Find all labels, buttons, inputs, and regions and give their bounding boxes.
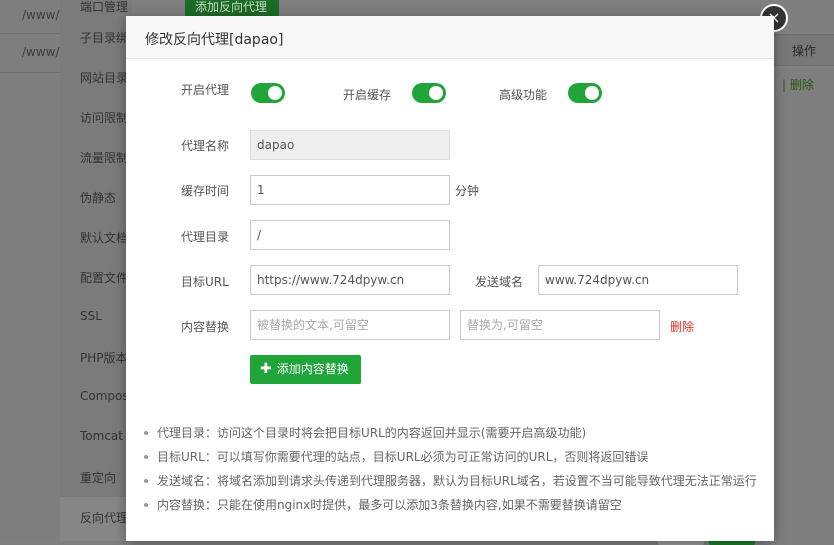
send-domain-field[interactable]	[538, 265, 738, 295]
list-item: 目标URL：可以填写你需要代理的站点，目标URL必须为可正常访问的URL，否则将…	[144, 445, 764, 469]
proxy-dir-field[interactable]	[250, 220, 450, 250]
list-item: 代理目录：访问这个目录时将会把目标URL的内容返回并显示(需要开启高级功能)	[144, 421, 764, 445]
advanced-toggle[interactable]	[568, 83, 602, 103]
bullet-icon	[144, 503, 148, 507]
cache-time-label: 缓存时间	[181, 184, 230, 198]
note-text: 内容替换：只能在使用nginx时提供，最多可以添加3条替换内容,如果不需要替换请…	[157, 498, 622, 512]
menu-item[interactable]: 默认文档	[80, 229, 128, 246]
menu-item-reverse-proxy[interactable]: 反向代理	[80, 509, 128, 526]
target-url-field[interactable]	[250, 265, 450, 295]
menu-item[interactable]: 重定向	[80, 469, 116, 486]
menu-item[interactable]: PHP版本	[80, 349, 128, 366]
content-replace-label: 内容替换	[181, 320, 230, 334]
enable-cache-label: 开启缓存	[343, 88, 392, 102]
help-notes: 代理目录：访问这个目录时将会把目标URL的内容返回并显示(需要开启高级功能) 目…	[144, 421, 764, 517]
menu-item[interactable]: SSL	[80, 309, 102, 323]
proxy-dir-label: 代理目录	[181, 230, 230, 244]
enable-cache-toggle[interactable]	[412, 83, 446, 103]
list-item: 内容替换：只能在使用nginx时提供，最多可以添加3条替换内容,如果不需要替换请…	[144, 493, 764, 517]
dialog-header: 修改反向代理[dapao]	[126, 16, 774, 59]
toggle-knob	[268, 86, 282, 100]
menu-item[interactable]: 网站目录	[80, 69, 128, 86]
cache-time-unit: 分钟	[455, 184, 480, 198]
menu-item[interactable]: 配置文件	[80, 269, 128, 286]
plus-icon: ✚	[260, 361, 272, 377]
note-text: 代理目录：访问这个目录时将会把目标URL的内容返回并显示(需要开启高级功能)	[157, 426, 587, 440]
bullet-icon	[144, 455, 148, 459]
enable-proxy-toggle[interactable]	[251, 83, 285, 103]
dialog-title: 修改反向代理[dapao]	[145, 32, 284, 48]
proxy-name-label: 代理名称	[181, 139, 230, 153]
divider	[0, 33, 60, 34]
site-path: /www/	[22, 45, 60, 59]
proxy-name-field	[250, 130, 450, 160]
divider	[0, 72, 60, 73]
delete-link[interactable]: | 删除	[782, 76, 814, 93]
bullet-icon	[144, 479, 148, 483]
edit-reverse-proxy-dialog: 修改反向代理[dapao] 开启代理 开启缓存 高级功能 代理名称 缓存时间 分…	[126, 16, 774, 541]
menu-item[interactable]: 流量限制	[80, 149, 128, 166]
menu-item[interactable]: 访问限制	[80, 109, 128, 126]
toggle-knob	[429, 86, 443, 100]
action-column-header: 操作	[792, 44, 817, 58]
replace-to-field[interactable]	[460, 310, 660, 340]
enable-proxy-label: 开启代理	[181, 83, 230, 97]
send-domain-label: 发送域名	[475, 275, 524, 289]
add-reverse-proxy-button[interactable]: 添加反向代理	[185, 0, 279, 16]
add-content-replace-button[interactable]: ✚ 添加内容替换	[250, 355, 361, 384]
target-url-label: 目标URL	[181, 275, 229, 289]
menu-item[interactable]: 伪静态	[80, 189, 116, 206]
replace-from-field[interactable]	[250, 310, 450, 340]
advanced-label: 高级功能	[499, 88, 548, 102]
site-path: /www/	[22, 8, 60, 22]
site-list-column	[0, 0, 60, 541]
delete-replace-link[interactable]: 删除	[670, 318, 694, 335]
note-text: 发送域名：将域名添加到请求头传递到代理服务器，默认为目标URL域名，若设置不当可…	[157, 474, 757, 488]
list-item: 发送域名：将域名添加到请求头传递到代理服务器，默认为目标URL域名，若设置不当可…	[144, 469, 764, 493]
note-text: 目标URL：可以填写你需要代理的站点，目标URL必须为可正常访问的URL，否则将…	[157, 450, 649, 464]
bullet-icon	[144, 431, 148, 435]
add-content-replace-label: 添加内容替换	[276, 362, 349, 376]
cache-time-field[interactable]	[250, 175, 450, 205]
toggle-knob	[585, 86, 599, 100]
menu-item[interactable]: Tomcat	[80, 429, 123, 443]
menu-item[interactable]: 端口管理	[80, 0, 128, 15]
